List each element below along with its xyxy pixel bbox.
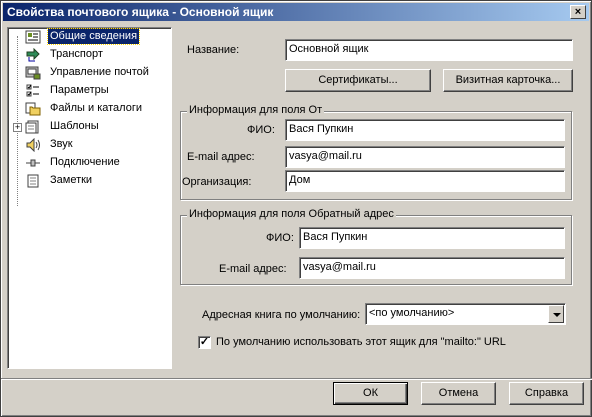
name-label: Название:	[187, 44, 240, 56]
footer-separator	[1, 378, 592, 380]
from-fio-input[interactable]: Вася Пупкин	[285, 119, 565, 141]
reply-group-title: Информация для поля Обратный адрес	[187, 208, 396, 220]
tree-item-label: Общие сведения	[46, 28, 141, 45]
from-group-title: Информация для поля От	[187, 104, 325, 116]
mail-management-icon	[25, 66, 41, 80]
connection-icon	[26, 159, 40, 167]
templates-icon	[25, 120, 39, 134]
from-org-input[interactable]: Дом	[285, 170, 565, 192]
expand-toggle[interactable]: +	[13, 123, 22, 132]
tree-item-label: Управление почтой	[50, 66, 149, 78]
name-input[interactable]: Основной ящик	[285, 39, 573, 61]
ok-button[interactable]: ОК	[333, 382, 408, 405]
from-email-label: E-mail адрес:	[187, 151, 255, 163]
from-email-input[interactable]: vasya@mail.ru	[285, 146, 565, 168]
reply-fio-label: ФИО:	[266, 232, 294, 244]
reply-fio-input[interactable]: Вася Пупкин	[299, 227, 565, 249]
reply-email-input[interactable]: vasya@mail.ru	[299, 257, 565, 279]
settings-tree[interactable]: Общие сведения Транспорт Управление почт…	[7, 27, 172, 369]
address-book-select[interactable]: <по умолчанию>	[365, 303, 566, 325]
folder-icon	[25, 102, 41, 116]
from-fio-label: ФИО:	[247, 124, 275, 136]
certificates-button[interactable]: Сертификаты...	[285, 69, 431, 92]
tree-connector-line	[17, 36, 18, 206]
tree-item-label: Звук	[50, 138, 73, 150]
mailto-label: По умолчанию использовать этот ящик для …	[216, 336, 506, 348]
close-button[interactable]: ×	[570, 5, 586, 19]
general-info-icon	[25, 30, 41, 44]
tree-item-label: Файлы и каталоги	[50, 102, 142, 114]
cancel-button[interactable]: Отмена	[421, 382, 496, 405]
help-button[interactable]: Справка	[509, 382, 584, 405]
transport-icon	[26, 48, 40, 62]
dropdown-arrow-icon[interactable]	[548, 305, 564, 323]
tree-item-label: Шаблоны	[50, 120, 99, 132]
address-book-label: Адресная книга по умолчанию:	[202, 309, 361, 321]
window-title: Свойства почтового ящика - Основной ящик	[7, 5, 274, 19]
address-book-value: <по умолчанию>	[369, 307, 455, 319]
mailto-checkbox[interactable]: ✓	[198, 336, 211, 349]
tree-item-label: Параметры	[50, 84, 109, 96]
reply-email-label: E-mail адрес:	[219, 263, 287, 275]
from-org-label: Организация:	[182, 176, 252, 188]
tree-item-label: Подключение	[50, 156, 120, 168]
speaker-icon	[26, 138, 40, 152]
dialog-window: Свойства почтового ящика - Основной ящик…	[0, 0, 592, 417]
parameters-icon	[26, 84, 39, 97]
notes-icon	[27, 174, 39, 188]
business-card-button[interactable]: Визитная карточка...	[443, 69, 573, 92]
title-bar[interactable]: Свойства почтового ящика - Основной ящик…	[3, 3, 589, 21]
tree-item-label: Транспорт	[50, 48, 103, 60]
tree-item-label: Заметки	[50, 174, 93, 186]
